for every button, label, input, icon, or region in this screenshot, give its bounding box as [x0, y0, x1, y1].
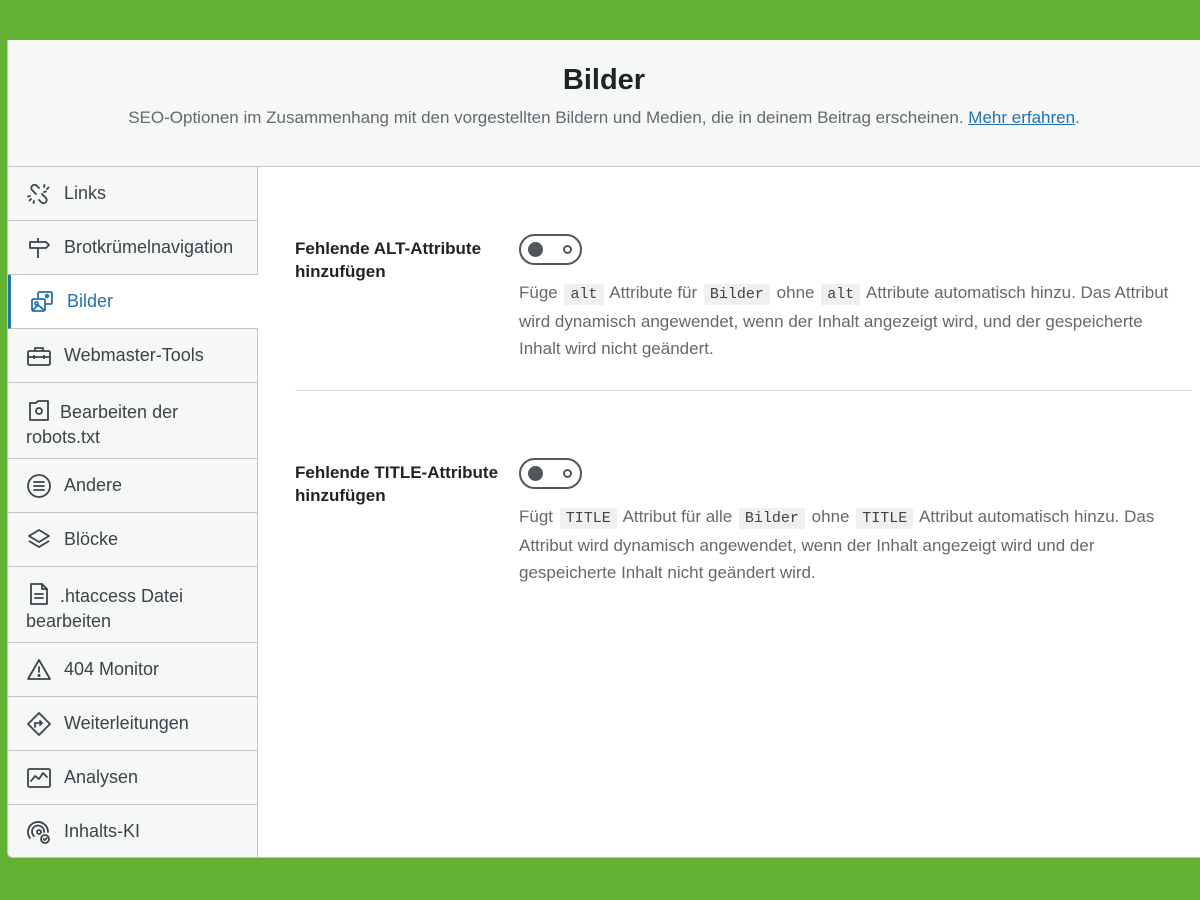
main-content: Fehlende ALT-Attribute hinzufügen Füge al… [259, 167, 1200, 857]
images-icon [29, 289, 55, 315]
sidebar-item-label: Links [64, 183, 107, 203]
alt-attributes-toggle[interactable] [519, 234, 582, 265]
sidebar-item-label: Weiterleitungen [64, 713, 189, 733]
toggle-off-indicator [563, 245, 572, 254]
sidebar-item-label: Andere [64, 475, 123, 495]
sidebar-item-label: Bilder [67, 291, 114, 311]
setting-label: Fehlende ALT-Attribute hinzufügen [295, 237, 519, 362]
code-snippet: alt [564, 284, 604, 305]
analytics-icon [26, 765, 52, 791]
page-description-suffix: . [1075, 108, 1080, 127]
desc-text: ohne [776, 283, 815, 302]
sidebar: Links Brotkrümelnavigation Bilder Webmas… [8, 167, 258, 857]
toolbox-icon [26, 343, 52, 369]
sidebar-item-htaccess[interactable]: .htaccess Datei bearbeiten [8, 567, 257, 643]
desc-text: Füge [519, 283, 558, 302]
sidebar-item-label-line1: .htaccess Datei [60, 586, 184, 606]
sidebar-item-robots-txt[interactable]: Bearbeiten der robots.txt [8, 383, 257, 459]
content-ai-icon [26, 819, 52, 845]
sidebar-item-redirections[interactable]: Weiterleitungen [8, 697, 257, 751]
setting-label-line1: Fehlende ALT-Attribute [295, 239, 482, 258]
sidebar-item-label: Webmaster-Tools [64, 345, 204, 365]
blocks-icon [26, 527, 52, 553]
list-circle-icon [26, 473, 52, 499]
desc-text: Attribute für [609, 283, 698, 302]
code-snippet: alt [821, 284, 861, 305]
desc-text: ohne [811, 507, 850, 526]
setting-description: Füge alt Attribute für Bilder ohne alt A… [519, 279, 1189, 362]
setting-body: Füge alt Attribute für Bilder ohne alt A… [519, 234, 1190, 362]
warning-icon [26, 657, 52, 683]
toggle-knob [528, 466, 543, 481]
code-snippet: TITLE [856, 508, 914, 529]
document-icon [26, 581, 52, 607]
page-description: SEO-Optionen im Zusammenhang mit den vor… [8, 108, 1200, 128]
sidebar-item-links[interactable]: Links [8, 167, 257, 221]
sidebar-item-label: Brotkrümelnavigation [64, 237, 234, 257]
sidebar-item-label-line1: Bearbeiten der [60, 402, 179, 422]
setting-label-line2: hinzufügen [295, 486, 386, 505]
sidebar-item-breadcrumbs[interactable]: Brotkrümelnavigation [8, 221, 257, 275]
sidebar-item-blocks[interactable]: Blöcke [8, 513, 257, 567]
toggle-off-indicator [563, 469, 572, 478]
sidebar-item-label: Blöcke [64, 529, 119, 549]
page-title: Bilder [562, 64, 646, 96]
page-header: Bilder SEO-Optionen im Zusammenhang mit … [8, 40, 1200, 167]
setting-label: Fehlende TITLE-Attribute hinzufügen [295, 461, 519, 586]
sidebar-item-404-monitor[interactable]: 404 Monitor [8, 643, 257, 697]
code-snippet: TITLE [559, 508, 617, 529]
redirect-icon [26, 711, 52, 737]
toggle-knob [528, 242, 543, 257]
sidebar-item-analytics[interactable]: Analysen [8, 751, 257, 805]
title-attributes-toggle[interactable] [519, 458, 582, 489]
sidebar-item-label: Analysen [64, 767, 139, 787]
learn-more-link[interactable]: Mehr erfahren [968, 108, 1075, 127]
desc-text: Attribut für alle [622, 507, 733, 526]
sidebar-item-images[interactable]: Bilder [8, 275, 258, 329]
sidebar-item-webmaster-tools[interactable]: Webmaster-Tools [8, 329, 257, 383]
setting-label-line2: hinzufügen [295, 262, 386, 281]
sidebar-item-label-line2: robots.txt [26, 427, 101, 447]
setting-alt-attributes: Fehlende ALT-Attribute hinzufügen Füge al… [295, 167, 1190, 362]
setting-label-line1: Fehlende TITLE-Attribute [295, 463, 499, 482]
code-snippet: Bilder [703, 284, 770, 305]
signpost-icon [26, 235, 52, 261]
setting-description: Fügt TITLE Attribut für alle Bilder ohne… [519, 503, 1189, 586]
settings-panel: Bilder SEO-Optionen im Zusammenhang mit … [7, 40, 1200, 858]
setting-body: Fügt TITLE Attribut für alle Bilder ohne… [519, 458, 1190, 586]
sidebar-item-label-line2: bearbeiten [26, 611, 112, 631]
sidebar-item-content-ai[interactable]: Inhalts-KI [8, 805, 257, 857]
page-description-text: SEO-Optionen im Zusammenhang mit den vor… [128, 108, 964, 127]
robots-file-icon [26, 397, 52, 423]
desc-text: Fügt [519, 507, 554, 526]
sidebar-item-other[interactable]: Andere [8, 459, 257, 513]
code-snippet: Bilder [738, 508, 805, 529]
sidebar-item-label: Inhalts-KI [64, 821, 141, 841]
broken-link-icon [26, 181, 52, 207]
sidebar-item-label: 404 Monitor [64, 659, 160, 679]
setting-title-attributes: Fehlende TITLE-Attribute hinzufügen Fügt … [295, 391, 1190, 586]
